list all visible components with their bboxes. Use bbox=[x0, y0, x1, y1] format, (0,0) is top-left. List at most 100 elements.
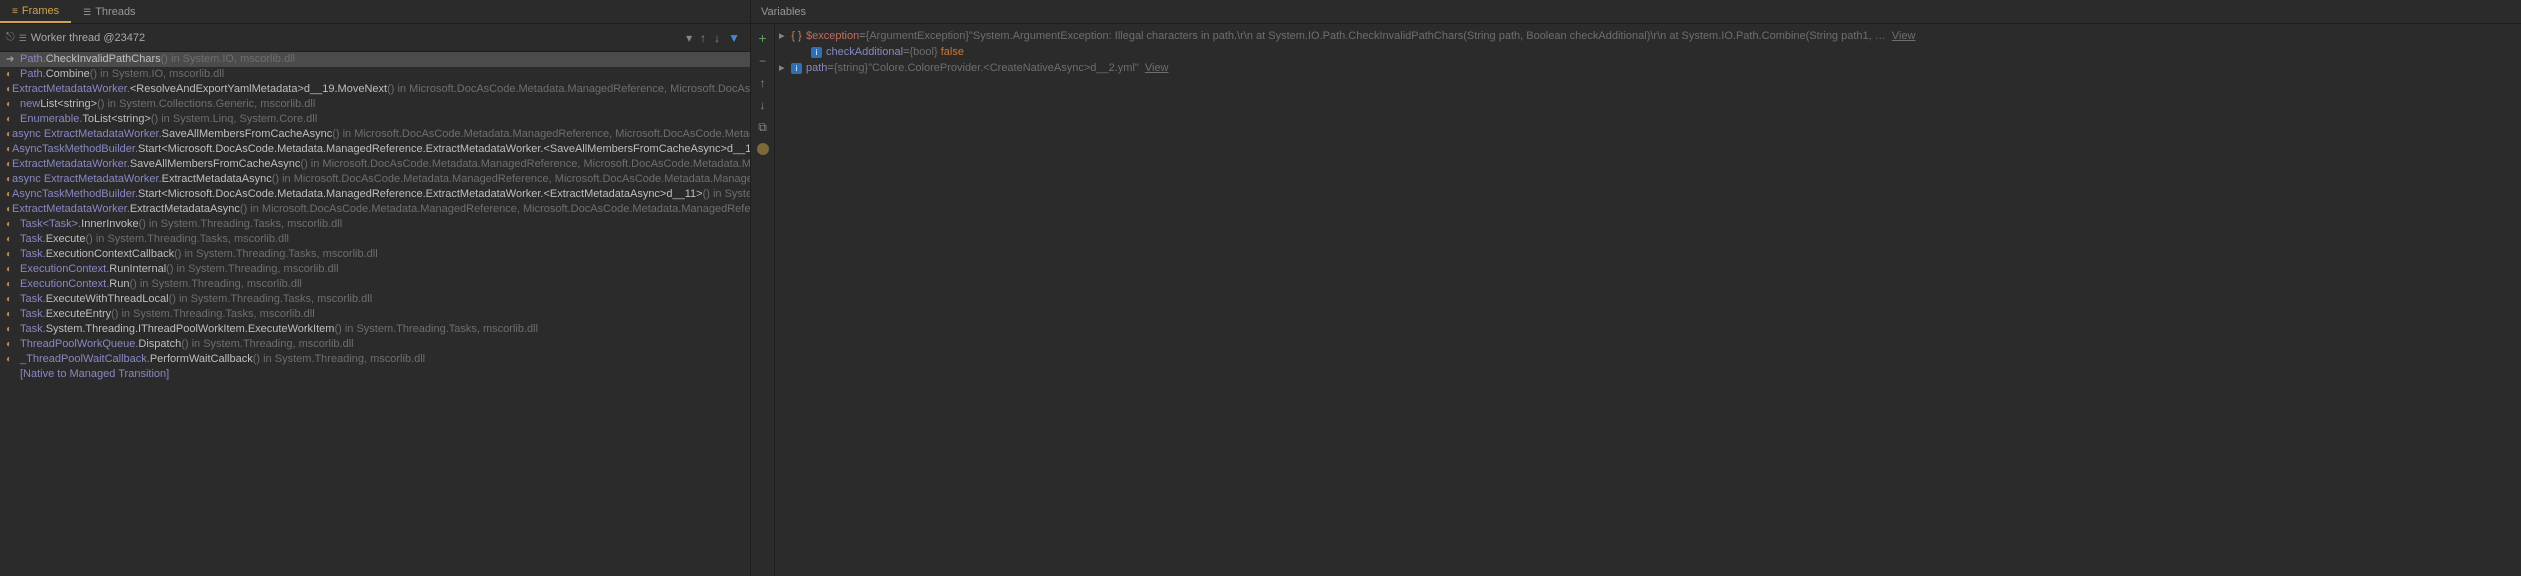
tab-frames[interactable]: Frames bbox=[0, 0, 71, 23]
frame-row[interactable]: ◐ExtractMetadataWorker.SaveAllMembersFro… bbox=[0, 157, 750, 172]
step-down-icon[interactable]: ↓ bbox=[714, 31, 720, 45]
frame-method: SaveAllMembersFromCacheAsync bbox=[162, 128, 333, 141]
frame-class: ExtractMetadataWorker. bbox=[12, 203, 130, 216]
frame-class: Task. bbox=[20, 233, 46, 246]
frame-location: () in System.Threading, mscorlib.dll bbox=[166, 263, 338, 276]
frame-row[interactable]: ◐ExecutionContext.Run() in System.Thread… bbox=[0, 277, 750, 292]
variables-toolbar: + − ↑ ↓ ⧉ bbox=[751, 24, 775, 576]
frame-location: () in System.Threading, mscorlib.dll bbox=[253, 353, 425, 366]
filter-icon[interactable]: ▼ bbox=[728, 31, 740, 45]
frame-row[interactable]: ◐Task.Execute() in System.Threading.Task… bbox=[0, 232, 750, 247]
frame-class: ExtractMetadataWorker. bbox=[12, 158, 130, 171]
object-icon: { } bbox=[791, 31, 802, 42]
frame-method: RunInternal bbox=[109, 263, 166, 276]
frame-location: () in Microsoft.DocAsCode.Metadata.Manag… bbox=[272, 173, 750, 186]
frame-row[interactable]: ◐Path.Combine() in System.IO, mscorlib.d… bbox=[0, 67, 750, 82]
expand-icon[interactable]: ▸ bbox=[779, 61, 791, 75]
frame-row[interactable]: ◐Task.ExecuteWithThreadLocal() in System… bbox=[0, 292, 750, 307]
method-icon: ◐ bbox=[6, 68, 20, 81]
pin-icon[interactable]: ⎋ bbox=[6, 31, 15, 44]
variables-tree[interactable]: ▸ { } $exception = {ArgumentException} "… bbox=[775, 24, 2521, 576]
frame-row[interactable]: ◐ThreadPoolWorkQueue.Dispatch() in Syste… bbox=[0, 337, 750, 352]
method-icon: ◐ bbox=[6, 308, 20, 321]
frame-class: Task. bbox=[20, 308, 46, 321]
var-checkadditional-value: false bbox=[941, 45, 964, 59]
frame-row[interactable]: ◐AsyncTaskMethodBuilder.Start<Microsoft.… bbox=[0, 142, 750, 157]
method-icon: ◐ bbox=[6, 293, 20, 306]
copy-icon[interactable]: ⧉ bbox=[758, 120, 767, 135]
method-icon: ◐ bbox=[6, 218, 20, 231]
method-icon: ◐ bbox=[6, 338, 20, 351]
var-checkadditional[interactable]: i checkAdditional = {bool} false bbox=[779, 44, 2517, 60]
add-watch-icon[interactable]: + bbox=[758, 30, 766, 46]
var-path[interactable]: ▸ i path = {string} "Colore.ColoreProvid… bbox=[779, 60, 2517, 76]
method-icon: ◐ bbox=[6, 248, 20, 261]
frame-class: _ThreadPoolWaitCallback. bbox=[20, 353, 150, 366]
frames-tabs: Frames Threads bbox=[0, 0, 750, 24]
var-exception[interactable]: ▸ { } $exception = {ArgumentException} "… bbox=[779, 28, 2517, 44]
dropdown-icon[interactable]: ▾ bbox=[686, 31, 692, 45]
frame-row[interactable]: ◐Task<Task>.InnerInvoke() in System.Thre… bbox=[0, 217, 750, 232]
frame-class: ExecutionContext. bbox=[20, 278, 109, 291]
frame-row[interactable]: ◐Task.ExecutionContextCallback() in Syst… bbox=[0, 247, 750, 262]
frame-location: () in System.IO, mscorlib.dll bbox=[90, 68, 224, 81]
var-exception-value: "System.ArgumentException: Illegal chara… bbox=[969, 29, 1886, 43]
frame-row[interactable]: ◐Enumerable.ToList<string>() in System.L… bbox=[0, 112, 750, 127]
remove-watch-icon[interactable]: − bbox=[759, 54, 766, 68]
method-icon: ◐ bbox=[6, 278, 20, 291]
var-exception-type: {ArgumentException} bbox=[866, 29, 969, 43]
view-link[interactable]: View bbox=[1145, 61, 1169, 75]
frame-class: Path. bbox=[20, 68, 46, 81]
expand-icon[interactable]: ▸ bbox=[779, 29, 791, 43]
frame-method: Combine bbox=[46, 68, 90, 81]
tab-threads-label: Threads bbox=[95, 6, 135, 18]
frame-row[interactable]: ◐async ExtractMetadataWorker.SaveAllMemb… bbox=[0, 127, 750, 142]
frame-row[interactable]: ◐ExtractMetadataWorker.<ResolveAndExport… bbox=[0, 82, 750, 97]
frame-method: ExtractMetadataAsync bbox=[130, 203, 240, 216]
frame-method: ExecutionContextCallback bbox=[46, 248, 174, 261]
frame-class: Task<Task>. bbox=[20, 218, 81, 231]
frame-location: () in Microsoft.DocAsCode.Metadata.Manag… bbox=[387, 83, 750, 96]
frame-location: () in Microsoft.DocAsCode.Metadata.Manag… bbox=[300, 158, 750, 171]
frame-row[interactable]: ◐ExtractMetadataWorker.ExtractMetadataAs… bbox=[0, 202, 750, 217]
view-link[interactable]: View bbox=[1892, 29, 1916, 43]
frame-row[interactable]: ◐async ExtractMetadataWorker.ExtractMeta… bbox=[0, 172, 750, 187]
frames-panel: Frames Threads ⎋ Worker thread @23472 ▾ … bbox=[0, 0, 751, 576]
var-path-type: {string} bbox=[834, 61, 868, 75]
frame-method: InnerInvoke bbox=[81, 218, 138, 231]
frame-method: SaveAllMembersFromCacheAsync bbox=[130, 158, 301, 171]
frame-location: () in System.Threading.Tasks, mscorlib.d… bbox=[85, 233, 289, 246]
watch-down-icon[interactable]: ↓ bbox=[760, 98, 766, 112]
frame-method: CheckInvalidPathChars bbox=[46, 53, 161, 66]
tab-threads[interactable]: Threads bbox=[71, 0, 147, 23]
method-icon: ◐ bbox=[6, 98, 20, 111]
frames-list[interactable]: ➔Path.CheckInvalidPathChars() in System.… bbox=[0, 52, 750, 576]
thread-selector-row: ⎋ Worker thread @23472 ▾ ↑ ↓ ▼ bbox=[0, 24, 750, 52]
thread-selector[interactable]: Worker thread @23472 bbox=[31, 32, 682, 44]
frame-row[interactable]: ◐new List<string>() in System.Collection… bbox=[0, 97, 750, 112]
watch-up-icon[interactable]: ↑ bbox=[760, 76, 766, 90]
step-up-icon[interactable]: ↑ bbox=[700, 31, 706, 45]
frame-method: ExecuteWithThreadLocal bbox=[46, 293, 169, 306]
frame-row[interactable]: ◐ExecutionContext.RunInternal() in Syste… bbox=[0, 262, 750, 277]
threads-icon bbox=[83, 6, 91, 18]
evaluate-icon[interactable] bbox=[757, 143, 769, 155]
frame-row[interactable]: ◐AsyncTaskMethodBuilder.Start<Microsoft.… bbox=[0, 187, 750, 202]
method-icon: ◐ bbox=[6, 323, 20, 336]
frame-class: ExecutionContext. bbox=[20, 263, 109, 276]
var-exception-name: $exception bbox=[806, 29, 859, 43]
frame-location: () in System.IO, mscorlib.dll bbox=[161, 53, 295, 66]
frame-row[interactable]: ◐_ThreadPoolWaitCallback.PerformWaitCall… bbox=[0, 352, 750, 367]
frame-row[interactable]: ◐Task.System.Threading.IThreadPoolWorkIt… bbox=[0, 322, 750, 337]
frame-location: () in System.Threading.Tasks, mscorlib.d… bbox=[111, 308, 315, 321]
frame-method: ToList<string> bbox=[82, 113, 150, 126]
frame-row[interactable]: ◐Task.ExecuteEntry() in System.Threading… bbox=[0, 307, 750, 322]
frame-method: System.Threading.IThreadPoolWorkItem.Exe… bbox=[46, 323, 335, 336]
frame-row[interactable]: ➔Path.CheckInvalidPathChars() in System.… bbox=[0, 52, 750, 67]
variables-panel: Variables + − ↑ ↓ ⧉ ▸ { } $exception = {… bbox=[751, 0, 2521, 576]
tab-frames-label: Frames bbox=[22, 5, 59, 17]
frame-class: AsyncTaskMethodBuilder. bbox=[12, 188, 138, 201]
frame-class: Task. bbox=[20, 248, 46, 261]
frames-icon bbox=[12, 5, 18, 17]
frame-row[interactable]: [Native to Managed Transition] bbox=[0, 367, 750, 382]
